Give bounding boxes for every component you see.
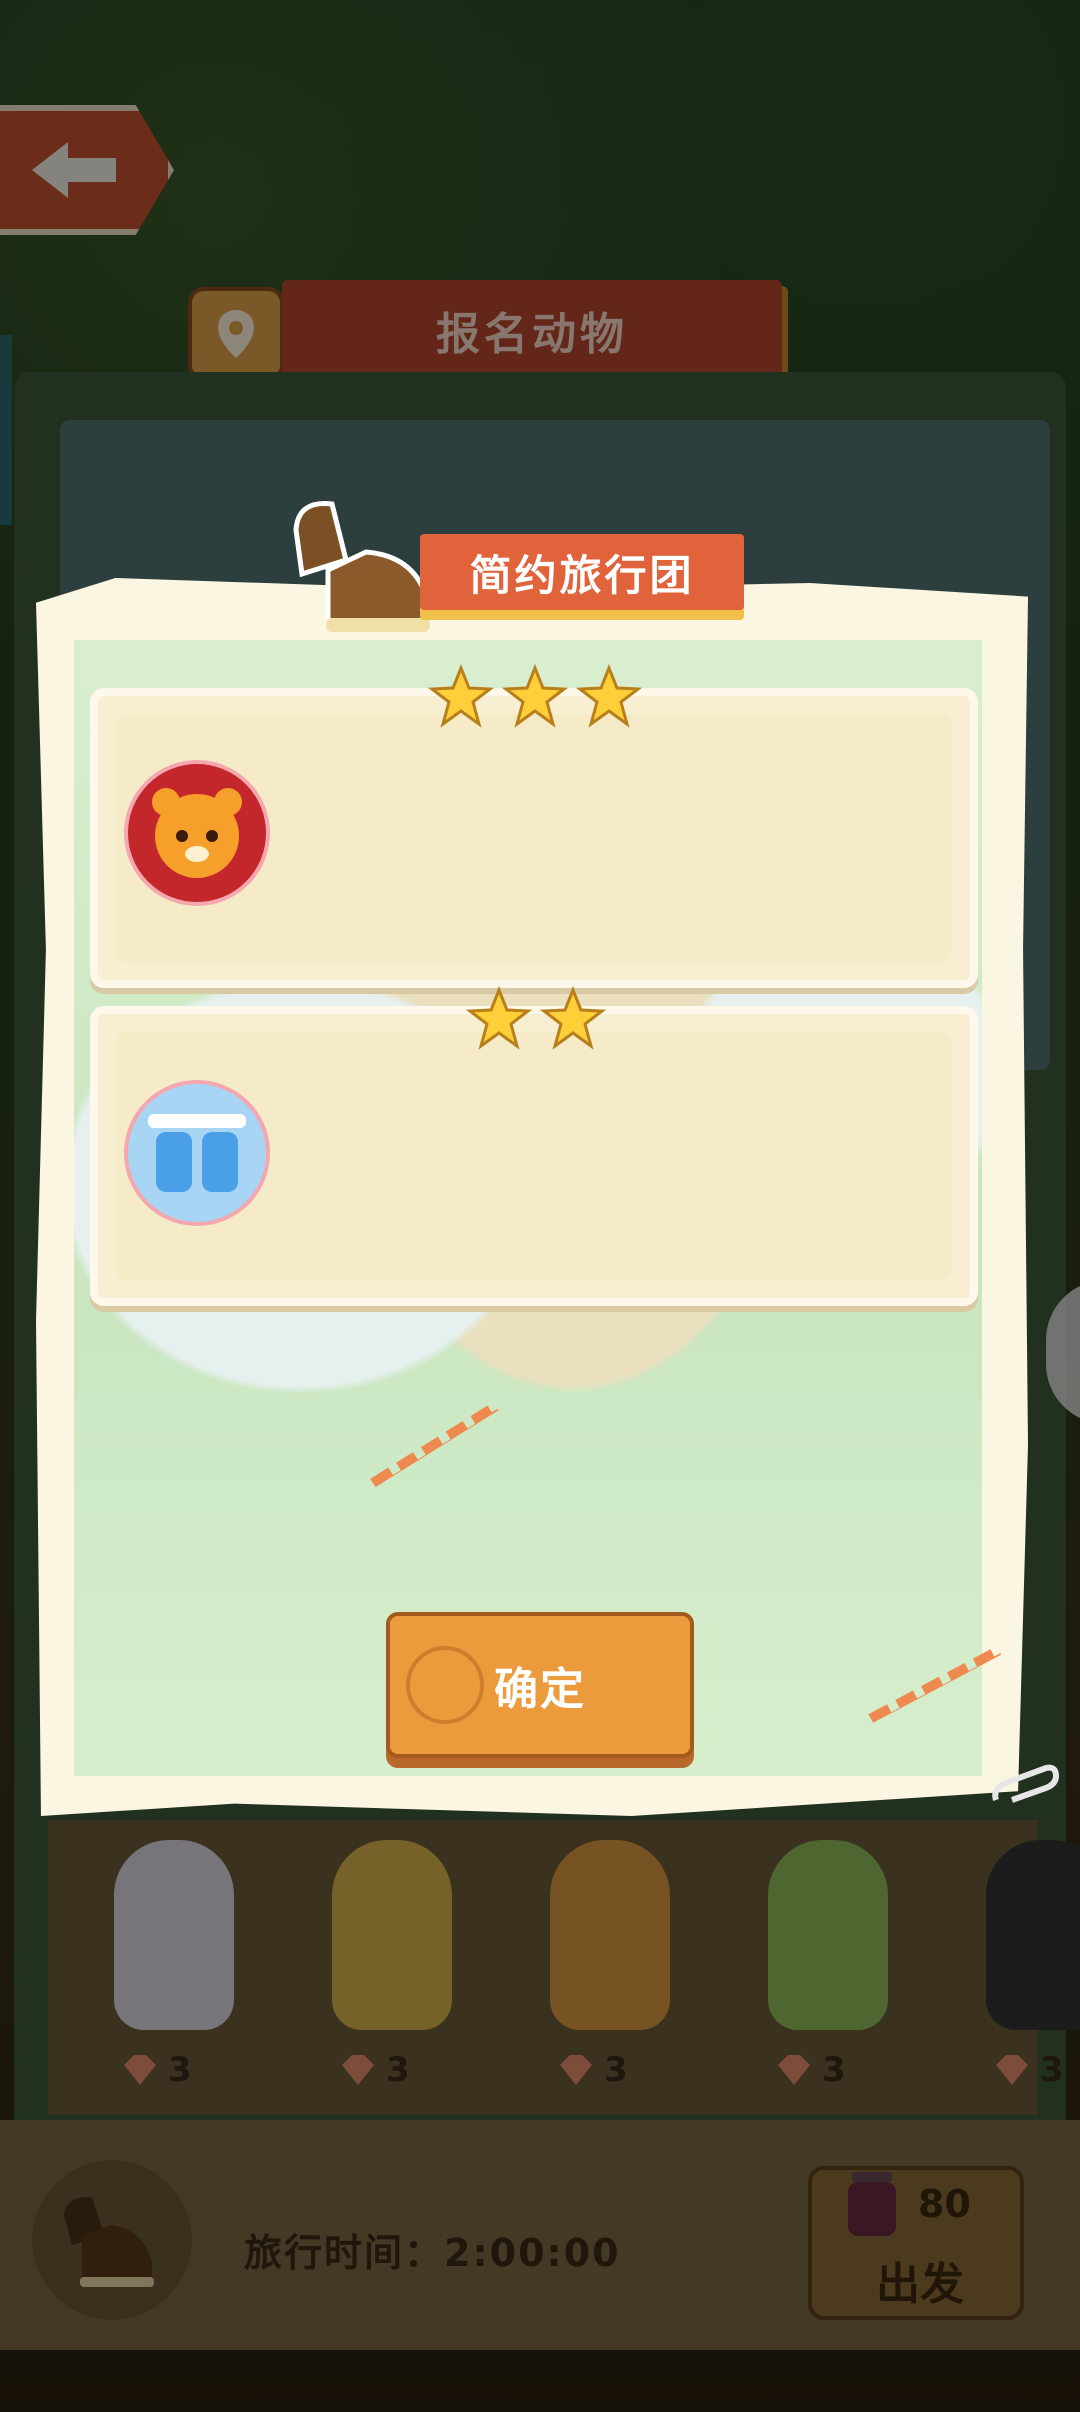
three-star-rating: [428, 664, 642, 730]
boots-icon: [293, 501, 431, 632]
dialog-title: 简约旅行团: [420, 534, 744, 610]
tiger-avatar[interactable]: [124, 760, 270, 906]
two-star-rating: [466, 986, 606, 1052]
star-icon: [502, 664, 568, 728]
star-icon: [540, 986, 606, 1050]
confirm-button[interactable]: 确定: [386, 1612, 694, 1758]
tiger-face-icon: [152, 788, 242, 878]
confirm-label: 确定: [494, 1664, 586, 1715]
paperclip-icon: [992, 1764, 1060, 1803]
star-icon: [428, 664, 494, 728]
star-icon: [576, 664, 642, 728]
star-icon: [466, 986, 532, 1050]
wood-grain: [406, 1646, 484, 1724]
twins-avatar[interactable]: [124, 1080, 270, 1226]
twin-figures-icon: [148, 1114, 246, 1192]
